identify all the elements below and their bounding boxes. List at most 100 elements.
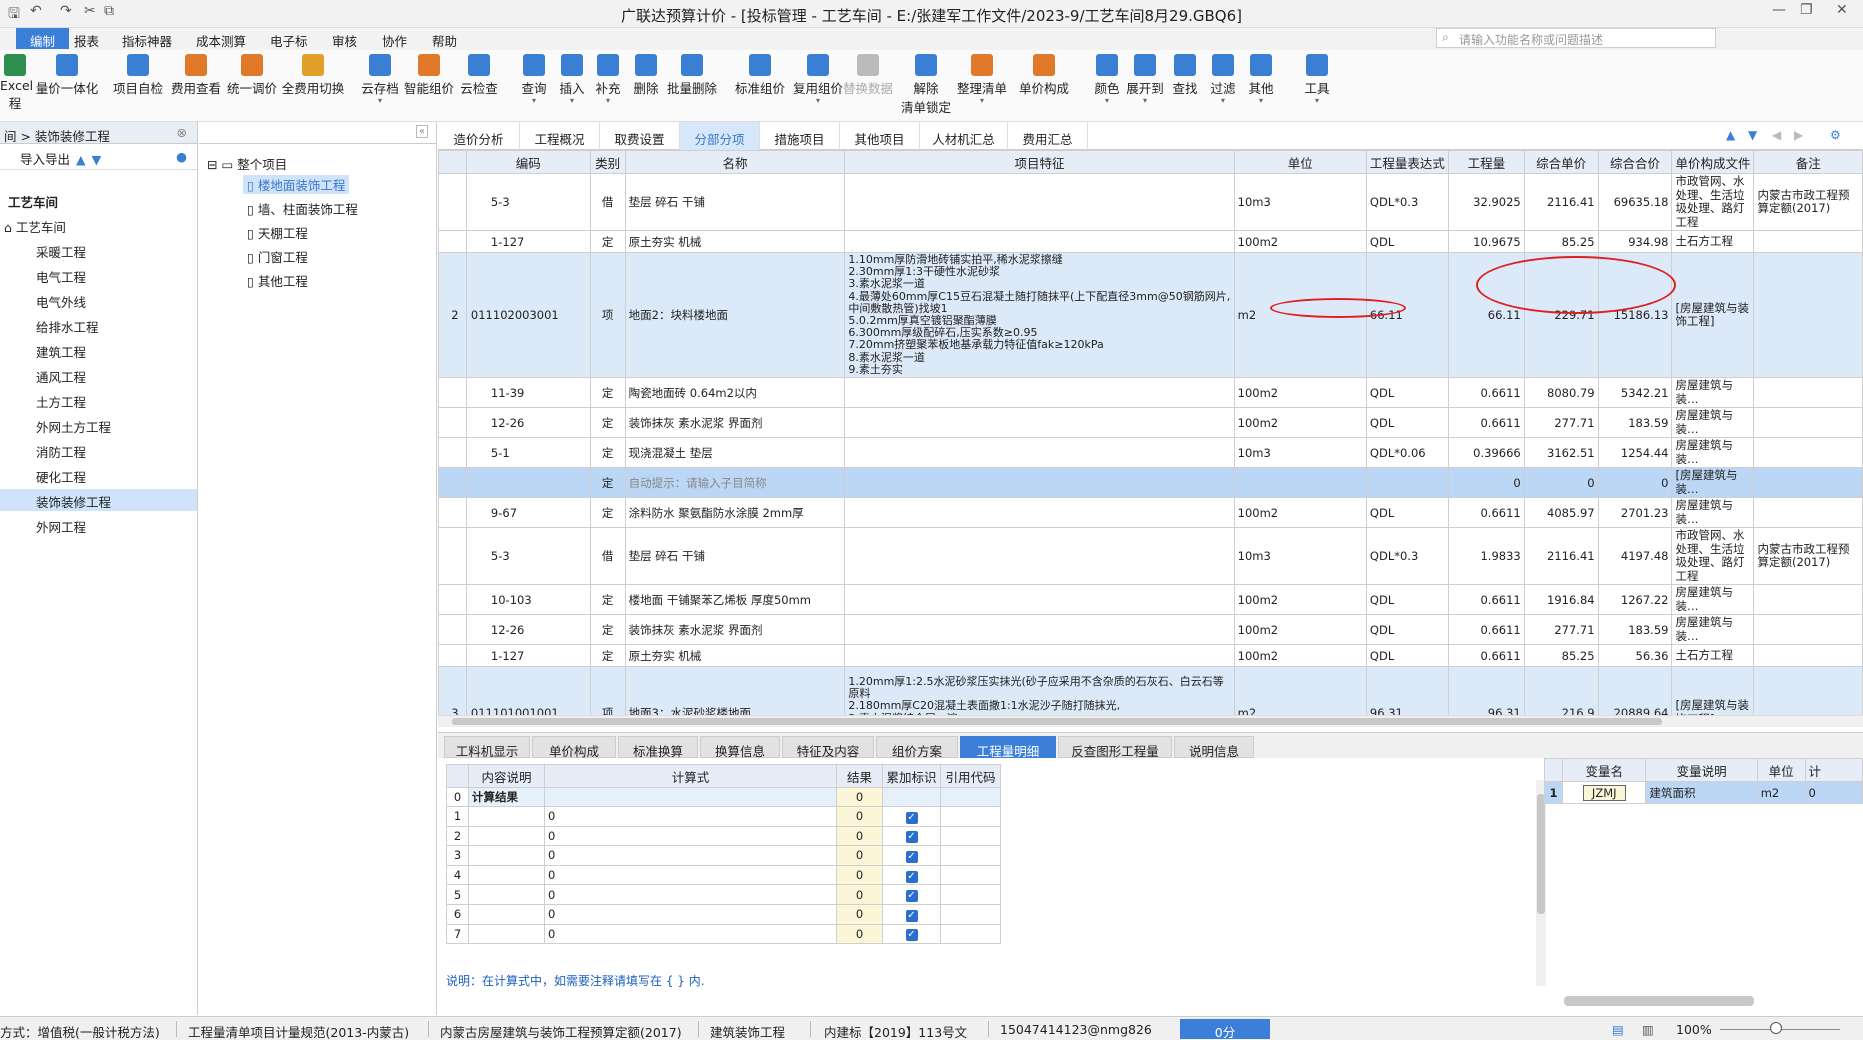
calc-formula-cell[interactable]: 0 — [544, 825, 837, 847]
smart-price-button[interactable]: 智能组价 — [402, 54, 456, 120]
find-button[interactable]: 查找 — [1168, 54, 1202, 120]
tab-other-items[interactable]: 其他项目 — [840, 122, 920, 150]
filter-button[interactable]: 过滤 ▾ — [1206, 54, 1240, 120]
quota-row[interactable]: 1-127 定原土夯实 机械 100m2 QDL 10.9675 85.25 934.98 土… — [438, 230, 1863, 253]
unified-adjust-button[interactable]: 统一调价 — [226, 54, 278, 120]
batch-delete-button[interactable]: 批量删除 — [664, 54, 720, 120]
expr-cell[interactable]: QDL — [1365, 230, 1449, 253]
col-expr[interactable]: 工程量表达式 — [1365, 150, 1449, 174]
status-score[interactable]: 0分 — [1180, 1019, 1270, 1040]
feature-cell[interactable] — [844, 437, 1235, 469]
name-cell[interactable]: 装饰抹灰 素水泥浆 界面剂 — [624, 614, 846, 646]
calc-desc-cell[interactable] — [468, 845, 545, 866]
total-cell[interactable]: 183.59 — [1597, 407, 1673, 439]
name-cell[interactable]: 装饰抹灰 素水泥浆 界面剂 — [624, 407, 846, 439]
btab-qty-detail[interactable]: 工程量明细 — [960, 736, 1056, 759]
feature-cell[interactable] — [844, 527, 1235, 586]
tree-item-decoration[interactable]: 装饰装修工程 — [0, 489, 197, 511]
note-cell[interactable] — [1753, 614, 1863, 646]
name-cell[interactable]: 陶瓷地面砖 0.64m2以内 — [624, 377, 846, 409]
tab-cost-analysis[interactable]: 造价分析 — [438, 122, 520, 150]
import-export-button[interactable]: 导入导出 — [8, 152, 70, 167]
note-cell[interactable] — [1753, 407, 1863, 439]
calc-accum-cell[interactable]: ✓ — [882, 845, 941, 866]
code-cell[interactable]: 12-26 — [465, 614, 591, 646]
calc-result-cell[interactable]: 0 — [836, 903, 883, 925]
code-cell[interactable]: 9-67 — [465, 497, 591, 529]
qty-cell[interactable]: 0.6611 — [1447, 497, 1525, 529]
tab-overview[interactable]: 工程概况 — [520, 122, 600, 150]
type-cell[interactable]: 定 — [589, 644, 626, 668]
supplement-button[interactable]: 补充 ▾ — [590, 54, 626, 120]
note-cell[interactable]: 内蒙古市政工程预算定额(2017) — [1753, 173, 1863, 231]
expr-cell[interactable]: QDL — [1365, 584, 1449, 616]
restore-icon[interactable]: ❐ — [1800, 2, 1813, 18]
cloud-check-button[interactable]: 云检查 — [458, 54, 500, 120]
price-cell[interactable]: 216.9 — [1523, 666, 1599, 715]
tab-fee-summary[interactable]: 费用汇总 — [1008, 122, 1088, 150]
qty-cell[interactable]: 0.6611 — [1447, 584, 1525, 616]
feature-cell[interactable] — [844, 614, 1235, 646]
quota-row[interactable]: 12-26 定装饰抹灰 素水泥浆 界面剂 100m2 QDL 0.6611 277.71 1… — [438, 407, 1863, 439]
standard-price-button[interactable]: 标准组价 — [732, 54, 788, 120]
calc-accum-cell[interactable]: ✓ — [882, 806, 941, 827]
calc-accum-cell[interactable]: ✓ — [882, 864, 941, 886]
qty-cell[interactable]: 0.6611 — [1447, 644, 1525, 668]
calc-accum-cell[interactable]: ✓ — [882, 923, 941, 945]
calc-desc-cell[interactable] — [468, 825, 545, 847]
code-cell[interactable]: 5-3 — [465, 527, 591, 586]
price-build-button[interactable]: 单价构成 — [1016, 54, 1072, 120]
calc-row[interactable]: 5 0 0 ✓ — [446, 884, 1001, 905]
unit-cell[interactable]: 100m2 — [1233, 497, 1367, 529]
expr-cell[interactable]: QDL — [1365, 407, 1449, 439]
checkbox-icon[interactable]: ✓ — [905, 831, 918, 844]
collapse-icon[interactable]: ⊗ — [177, 125, 187, 140]
calc-formula-cell[interactable]: 0 — [544, 923, 837, 945]
tree-item-building[interactable]: 建筑工程 — [36, 342, 86, 361]
delete-button[interactable]: 删除 — [628, 54, 664, 120]
menu-review[interactable]: 审核 — [332, 31, 357, 50]
price-cell[interactable]: 1916.84 — [1523, 584, 1599, 616]
quota-row[interactable]: 1-127 定原土夯实 机械 100m2 QDL 0.6611 85.25 56.36 土石方… — [438, 644, 1863, 668]
calc-scroll-thumb[interactable] — [1537, 794, 1545, 914]
name-cell[interactable]: 楼地面 干铺聚苯乙烯板 厚度50mm — [624, 584, 846, 616]
price-cell[interactable]: 2116.41 — [1523, 527, 1599, 586]
calc-ref-cell[interactable] — [940, 806, 1001, 827]
file-cell[interactable]: 房屋建筑与装… — [1671, 437, 1755, 469]
code-cell[interactable]: 10-103 — [465, 584, 591, 616]
tree-item-heating[interactable]: 采暖工程 — [36, 242, 86, 261]
calc-scrollbar[interactable] — [1536, 780, 1546, 986]
dropdown-icon[interactable]: ● — [176, 149, 187, 164]
file-cell[interactable]: 土石方工程 — [1671, 230, 1755, 253]
unit-cell[interactable]: 100m2 — [1233, 407, 1367, 439]
division-ceiling[interactable]: ▯ 天棚工程 — [247, 223, 308, 242]
type-cell[interactable]: 项 — [589, 666, 626, 715]
col-type[interactable]: 类别 — [589, 150, 626, 174]
feature-cell[interactable] — [844, 230, 1235, 253]
calc-row[interactable]: 6 0 0 ✓ — [446, 903, 1001, 925]
file-cell[interactable]: 房屋建筑与装… — [1671, 377, 1755, 409]
name-cell[interactable]: 地面2：块料楼地面 — [624, 251, 846, 379]
type-cell[interactable]: 定 — [589, 584, 626, 616]
fee-view-button[interactable]: 费用查看 — [170, 54, 222, 120]
zoom-handle[interactable] — [1770, 1022, 1782, 1034]
note-cell[interactable]: 内蒙古市政工程预算定额(2017) — [1753, 527, 1863, 586]
type-cell[interactable]: 定 — [589, 614, 626, 646]
unit-cell[interactable]: 10m3 — [1233, 527, 1367, 586]
feature-cell[interactable] — [844, 497, 1235, 529]
expr-cell[interactable]: QDL — [1365, 377, 1449, 409]
name-cell[interactable]: 原土夯实 机械 — [624, 644, 846, 668]
type-cell[interactable]: 定 — [589, 377, 626, 409]
checkbox-icon[interactable]: ✓ — [905, 811, 918, 824]
btab-price-plan[interactable]: 组价方案 — [876, 736, 958, 759]
file-cell[interactable]: 房屋建筑与装… — [1671, 584, 1755, 616]
calc-result-cell[interactable]: 0 — [836, 806, 883, 827]
quota-row[interactable]: 5-1 定现浇混凝土 垫层 10m3 QDL*0.06 0.39666 3162.51 12… — [438, 437, 1863, 469]
checkbox-icon[interactable]: ✓ — [905, 890, 918, 903]
code-cell[interactable]: 5-1 — [465, 437, 591, 469]
code-cell[interactable] — [465, 467, 591, 499]
unit-cell[interactable]: 100m2 — [1233, 584, 1367, 616]
file-cell[interactable]: 房屋建筑与装… — [1671, 614, 1755, 646]
total-cell[interactable]: 69635.18 — [1597, 173, 1673, 231]
vars-row-name[interactable]: JZMJ — [1582, 784, 1626, 801]
